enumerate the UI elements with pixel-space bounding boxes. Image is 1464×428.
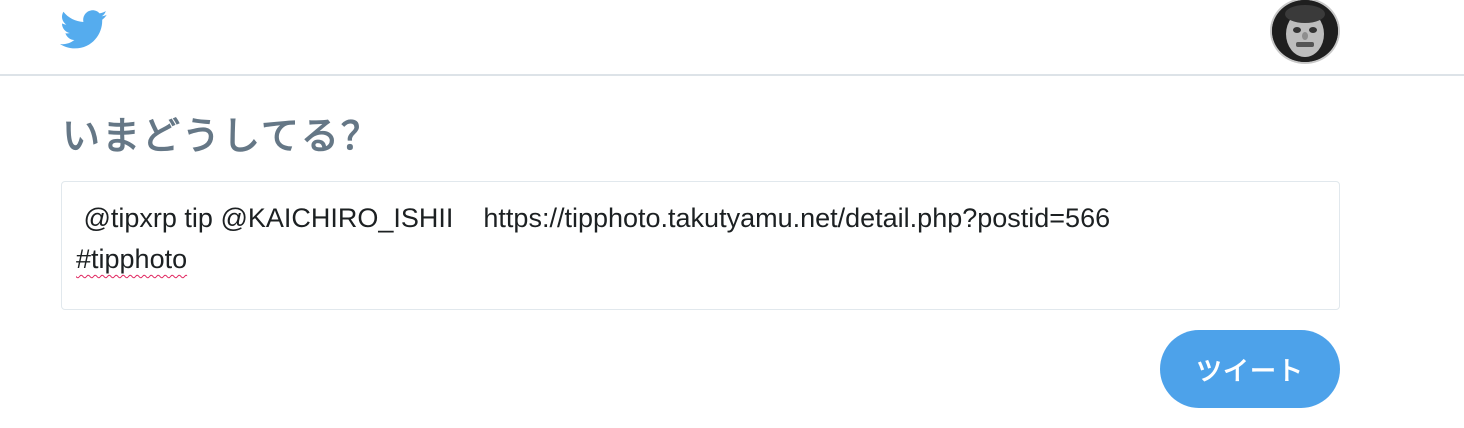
top-navigation-bar xyxy=(0,0,1464,76)
twitter-bird-icon[interactable] xyxy=(60,10,108,50)
hashtag-text: #tipphoto xyxy=(76,244,188,274)
user-avatar[interactable] xyxy=(1272,0,1338,62)
resize-handle-icon[interactable] xyxy=(1322,292,1336,306)
tweet-textarea[interactable]: @tipxrp tip @KAICHIRO_ISHII https://tipp… xyxy=(61,181,1340,310)
tweet-text-line: @tipxrp tip @KAICHIRO_ISHII https://tipp… xyxy=(76,203,1111,233)
tweet-submit-button[interactable]: ツイート xyxy=(1160,330,1340,408)
compose-heading: いまどうしてる？ xyxy=(62,114,381,158)
